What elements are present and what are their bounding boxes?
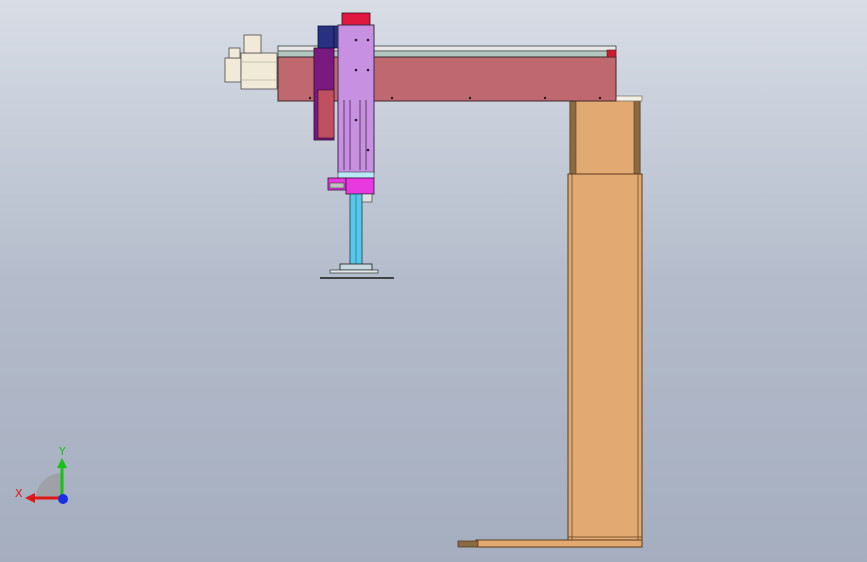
triad-y-arrow — [57, 458, 67, 468]
z-shaft[interactable] — [349, 193, 363, 269]
cad-viewport[interactable]: Y X — [0, 0, 867, 562]
z-axis-carriage[interactable] — [337, 12, 375, 179]
support-column[interactable] — [567, 95, 643, 541]
end-effector-plate[interactable] — [320, 263, 394, 279]
cad-model-drawing[interactable]: Y X — [0, 0, 867, 562]
triad-plane — [36, 473, 62, 499]
triad-x-arrow — [25, 493, 35, 503]
triad-x-label: X — [15, 487, 23, 500]
triad-z-axis — [58, 494, 68, 504]
orientation-triad: Y X — [15, 445, 68, 504]
triad-y-label: Y — [58, 445, 66, 458]
servo-motor[interactable] — [224, 34, 278, 90]
